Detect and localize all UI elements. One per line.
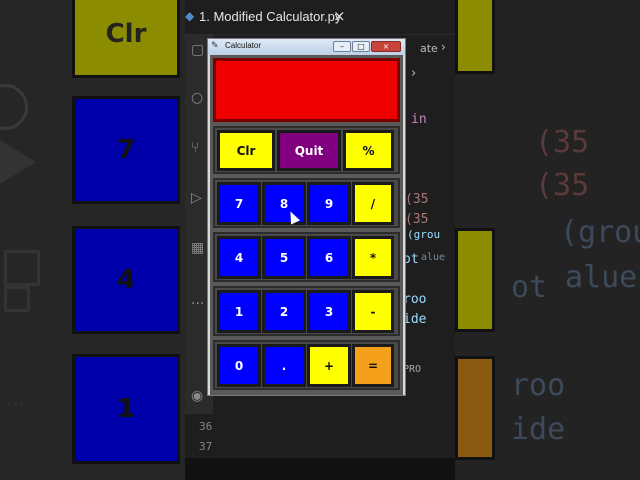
bg-key-yellow-2: [455, 228, 495, 332]
line-number: 36: [199, 420, 213, 433]
background-right-panel: (35 (35 (grou alue ot roo ide: [455, 0, 640, 480]
bg-key-orange: [455, 356, 495, 460]
code-fragment-3: (35: [405, 212, 429, 227]
bg-key-yellow-1: [455, 0, 495, 74]
bg-code-3: (grou: [560, 215, 640, 250]
code-fragment-7: roo: [403, 292, 427, 307]
code-fragment-4: (grou: [407, 228, 441, 241]
bg-grid-icon-2: [4, 286, 30, 312]
bg-key-4: 4: [72, 226, 180, 334]
bg-code-1: (35: [535, 125, 590, 160]
decimal-button[interactable]: .: [262, 344, 306, 387]
multiply-button[interactable]: *: [352, 236, 394, 279]
percent-button[interactable]: %: [343, 130, 394, 171]
row-789-frame: 7 8 9 /: [213, 178, 400, 228]
code-fragment-6: alue: [421, 252, 446, 263]
clear-button[interactable]: Clr: [217, 130, 275, 171]
digit-1-button[interactable]: 1: [217, 290, 261, 333]
bg-key-clr: Clr: [72, 0, 180, 78]
bg-code-5: ot: [511, 270, 548, 305]
divide-button[interactable]: /: [352, 182, 394, 225]
subtract-button[interactable]: -: [352, 290, 394, 333]
line-number: 37: [199, 440, 213, 453]
calculator-title: Calculator: [225, 41, 262, 50]
tab-close-icon[interactable]: ×: [333, 7, 346, 25]
equals-button[interactable]: =: [352, 344, 394, 387]
bg-key-1: 1: [72, 354, 180, 464]
tab-title: 1. Modified Calculator.py: [199, 9, 342, 24]
bg-code-4: alue: [565, 260, 638, 295]
top-row-frame: Clr Quit %: [213, 126, 400, 174]
calculator-title-bar[interactable]: ✎ Calculator – □ ×: [208, 39, 405, 55]
digit-2-button[interactable]: 2: [262, 290, 306, 333]
row-123-frame: 1 2 3 -: [213, 286, 400, 336]
calculator-display: [213, 58, 400, 122]
breadcrumb-fragment: ate: [420, 42, 438, 55]
search-icon[interactable]: ○: [191, 90, 207, 106]
bg-code-7: ide: [511, 412, 566, 447]
editor-tab[interactable]: ◆ 1. Modified Calculator.py ×: [185, 0, 455, 35]
feather-icon: ✎: [211, 41, 219, 51]
files-icon[interactable]: ▢: [191, 42, 207, 58]
bg-dots-icon: ···: [6, 392, 26, 416]
maximize-button[interactable]: □: [352, 41, 370, 52]
python-file-icon: ◆: [185, 9, 195, 23]
code-fragment-2: (35: [405, 192, 429, 207]
run-debug-icon[interactable]: ▷: [191, 190, 207, 206]
bg-key-7: 7: [72, 96, 180, 204]
status-bar: [185, 458, 455, 480]
source-control-icon[interactable]: ⑂: [191, 140, 207, 156]
background-left-panel: Clr 7 4 1 ···: [0, 0, 185, 480]
calculator-window[interactable]: ✎ Calculator – □ × Clr Quit % 7 8 9 / 4 …: [207, 38, 406, 396]
extensions-icon[interactable]: ▦: [191, 240, 207, 256]
code-fragment-8: ide: [403, 312, 427, 327]
digit-5-button[interactable]: 5: [262, 236, 306, 279]
calculator-body: Clr Quit % 7 8 9 / 4 5 6 * 1 2 3 - 0 . +…: [210, 55, 403, 395]
digit-9-button[interactable]: 9: [307, 182, 351, 225]
bg-grid-icon: [4, 250, 40, 286]
account-icon[interactable]: ◉: [191, 388, 207, 404]
minimize-button[interactable]: –: [333, 41, 351, 52]
bg-circle-icon: [0, 84, 28, 130]
row-0-frame: 0 . + =: [213, 340, 400, 390]
bg-code-6: roo: [511, 368, 566, 403]
bg-code-2: (35: [535, 168, 590, 203]
bg-arrow-icon: [0, 140, 36, 184]
add-button[interactable]: +: [307, 344, 351, 387]
row-456-frame: 4 5 6 *: [213, 232, 400, 282]
code-fragment-1: in: [411, 112, 427, 127]
close-button[interactable]: ×: [371, 41, 401, 52]
breadcrumb-chevron-icon: ›: [441, 40, 446, 54]
digit-4-button[interactable]: 4: [217, 236, 261, 279]
more-icon[interactable]: ···: [191, 296, 207, 312]
digit-6-button[interactable]: 6: [307, 236, 351, 279]
digit-0-button[interactable]: 0: [217, 344, 261, 387]
chevron-right-icon: ›: [411, 66, 417, 81]
digit-3-button[interactable]: 3: [307, 290, 351, 333]
digit-7-button[interactable]: 7: [217, 182, 261, 225]
quit-button[interactable]: Quit: [277, 130, 341, 171]
